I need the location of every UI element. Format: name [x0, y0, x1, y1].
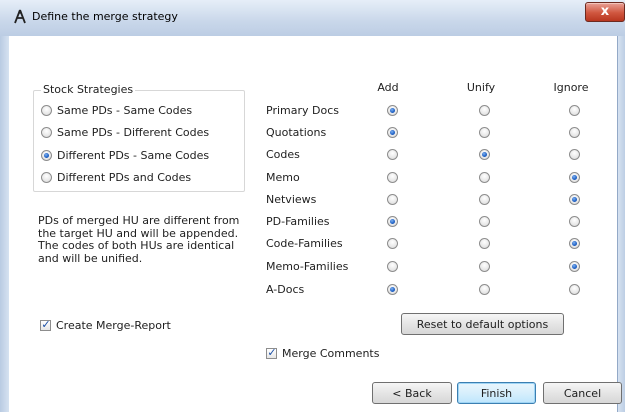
- option-radio-unify[interactable]: [479, 149, 490, 160]
- stock-option-radio[interactable]: [41, 105, 52, 116]
- option-radio-add[interactable]: [387, 238, 398, 249]
- merge-comments-checkbox[interactable]: [266, 346, 277, 359]
- stock-option-radio[interactable]: [41, 127, 52, 138]
- window-title: Define the merge strategy: [32, 10, 178, 23]
- column-header-add: Add: [377, 81, 399, 94]
- option-radio-add[interactable]: [387, 261, 398, 272]
- option-radio-ignore[interactable]: [569, 194, 580, 205]
- row-label: A-Docs: [266, 283, 305, 296]
- stock-option-radio[interactable]: [41, 150, 52, 161]
- create-merge-report-checkbox[interactable]: [40, 318, 51, 331]
- row-label: Memo-Families: [266, 260, 349, 273]
- option-radio-ignore[interactable]: [569, 261, 580, 272]
- option-radio-add[interactable]: [387, 194, 398, 205]
- column-header-unify: Unify: [466, 81, 496, 94]
- option-radio-ignore[interactable]: [569, 127, 580, 138]
- row-label: Codes: [266, 148, 300, 161]
- option-radio-ignore[interactable]: [569, 284, 580, 295]
- option-radio-unify[interactable]: [479, 284, 490, 295]
- back-button[interactable]: < Back: [372, 382, 452, 404]
- merge-strategy-dialog: Define the merge strategy x Stock Strate…: [0, 0, 625, 412]
- option-radio-ignore[interactable]: [569, 172, 580, 183]
- cancel-button[interactable]: Cancel: [543, 382, 622, 404]
- option-radio-ignore[interactable]: [569, 216, 580, 227]
- option-radio-unify[interactable]: [479, 172, 490, 183]
- option-radio-add[interactable]: [387, 127, 398, 138]
- option-radio-ignore[interactable]: [569, 149, 580, 160]
- stock-option-label: Same PDs - Same Codes: [57, 104, 193, 117]
- title-bar: Define the merge strategy x: [0, 0, 625, 37]
- option-radio-add[interactable]: [387, 149, 398, 160]
- option-radio-add[interactable]: [387, 284, 398, 295]
- stock-option-label: Different PDs - Same Codes: [57, 149, 210, 162]
- row-label: Quotations: [266, 126, 327, 139]
- column-header-ignore: Ignore: [553, 81, 589, 94]
- row-label: Code-Families: [266, 237, 343, 250]
- row-label: Primary Docs: [266, 104, 339, 117]
- option-radio-unify[interactable]: [479, 127, 490, 138]
- option-radio-unify[interactable]: [479, 105, 490, 116]
- option-radio-add[interactable]: [387, 172, 398, 183]
- window-frame-right: [617, 36, 625, 412]
- row-label: PD-Families: [266, 215, 330, 228]
- option-radio-unify[interactable]: [479, 238, 490, 249]
- stock-option-radio[interactable]: [41, 172, 52, 183]
- option-radio-unify[interactable]: [479, 216, 490, 227]
- option-radio-unify[interactable]: [479, 261, 490, 272]
- stock-strategies-title: Stock Strategies: [41, 83, 136, 96]
- option-radio-add[interactable]: [387, 105, 398, 116]
- close-icon: x: [600, 4, 610, 19]
- stock-option-label: Same PDs - Different Codes: [57, 126, 210, 139]
- close-button[interactable]: x: [585, 2, 625, 22]
- merge-comments-label: Merge Comments: [282, 347, 380, 360]
- app-icon: [14, 9, 26, 24]
- finish-button[interactable]: Finish: [457, 382, 536, 404]
- option-radio-unify[interactable]: [479, 194, 490, 205]
- stock-option-label: Different PDs and Codes: [57, 171, 192, 184]
- reset-default-options-button[interactable]: Reset to default options: [401, 313, 564, 335]
- row-label: Memo: [266, 171, 300, 184]
- option-radio-ignore[interactable]: [569, 238, 580, 249]
- create-merge-report-label: Create Merge-Report: [56, 319, 171, 332]
- row-label: Netviews: [266, 193, 317, 206]
- strategy-description: PDs of merged HU are different from the …: [38, 214, 240, 265]
- option-radio-ignore[interactable]: [569, 105, 580, 116]
- option-radio-add[interactable]: [387, 216, 398, 227]
